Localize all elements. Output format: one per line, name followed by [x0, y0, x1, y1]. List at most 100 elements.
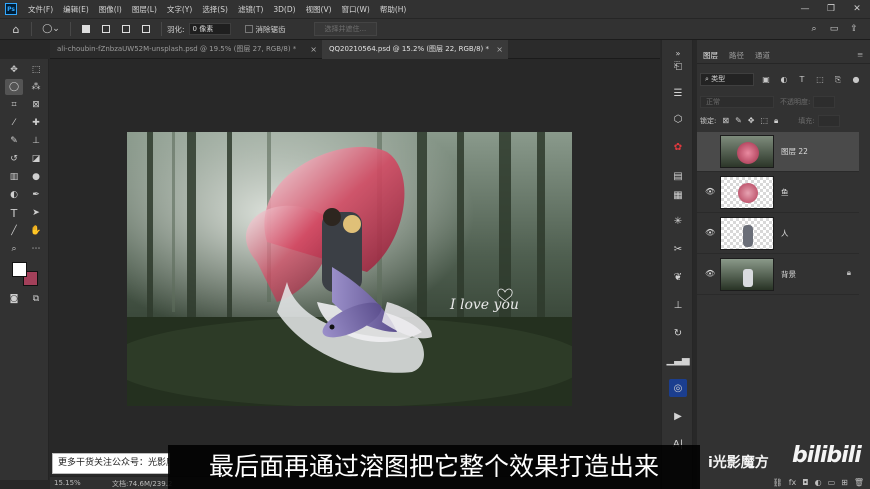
3d-cube-icon[interactable]: ⬡ [669, 110, 687, 128]
layer-row[interactable]: 👁︎ 鱼 [697, 173, 859, 213]
visibility-eye-icon[interactable]: 👁︎ [705, 269, 715, 278]
histogram-icon[interactable]: ▁▃▅ [666, 351, 689, 369]
filter-shape-icon[interactable]: ⬚ [814, 75, 826, 84]
gradient-tool-icon[interactable]: ▥ [5, 169, 23, 185]
filter-smart-icon[interactable]: ⎘ [832, 75, 844, 85]
intersect-selection-icon[interactable] [138, 22, 154, 36]
menu-image[interactable]: 图像(I) [94, 4, 127, 15]
marquee-tool-icon[interactable]: ⬚ [27, 62, 45, 78]
lasso-tool-preset-icon[interactable]: ◯⌄ [39, 22, 63, 36]
fill-input[interactable] [817, 114, 840, 127]
new-group-icon[interactable]: ▭ [828, 478, 836, 487]
select-and-mask-button[interactable]: 选择并遮住... [313, 22, 378, 36]
layer-row[interactable]: 👁︎ 人 [697, 214, 859, 254]
healing-brush-icon[interactable]: ✚ [27, 115, 45, 131]
menu-filter[interactable]: 滤镜(T) [233, 4, 268, 15]
new-layer-icon[interactable]: ⊞ [841, 478, 848, 487]
zoom-tool-icon[interactable]: ⌕ [5, 241, 23, 257]
actions-play-icon[interactable]: ▶ [669, 407, 687, 425]
properties-icon[interactable]: ☰ [669, 84, 687, 102]
filter-pixel-icon[interactable]: ▣ [760, 75, 772, 84]
menu-edit[interactable]: 编辑(E) [58, 4, 94, 15]
more-tools-icon[interactable]: ⋯ [27, 241, 45, 257]
blur-tool-icon[interactable]: ● [27, 169, 45, 185]
menu-select[interactable]: 选择(S) [197, 4, 233, 15]
restore-button[interactable]: ❐ [818, 4, 844, 14]
filter-toggle-icon[interactable]: ● [850, 75, 862, 84]
move-tool-icon[interactable]: ✥ [5, 62, 23, 78]
path-select-icon[interactable]: ➤ [27, 205, 45, 221]
hand-tool-icon[interactable]: ✋ [27, 223, 45, 239]
tab-channels[interactable]: 通道 [755, 50, 770, 61]
add-to-selection-icon[interactable] [98, 22, 114, 36]
layer-style-icon[interactable]: fx [789, 478, 797, 487]
panel-menu-icon[interactable]: ≡ [857, 50, 863, 59]
adobe-icon[interactable]: ✿ [669, 138, 687, 156]
history-brush-icon[interactable]: ↺ [5, 151, 23, 167]
delete-layer-icon[interactable]: 🗑︎ [854, 478, 864, 487]
menu-file[interactable]: 文件(F) [23, 4, 58, 15]
blend-mode-select[interactable]: 正常 [700, 95, 774, 108]
close-icon[interactable]: × [496, 40, 503, 59]
menu-type[interactable]: 文字(Y) [162, 4, 197, 15]
layer-row[interactable]: 图层 22 [697, 132, 859, 172]
layer-filter-select[interactable]: ⌕ 类型 [700, 73, 754, 86]
layer-row[interactable]: 👁︎ 背景 🔒︎ [697, 255, 859, 295]
eraser-tool-icon[interactable]: ◪ [27, 151, 45, 167]
eyedropper-icon[interactable]: ⁄ [5, 115, 23, 131]
line-tool-icon[interactable]: ╱ [5, 223, 23, 239]
menu-help[interactable]: 帮助(H) [375, 4, 412, 15]
menu-3d[interactable]: 3D(D) [268, 5, 300, 14]
lock-all-icon[interactable]: 🔒︎ [774, 116, 778, 126]
lock-artboard-icon[interactable]: ⬚ [760, 116, 768, 125]
antialias-checkbox[interactable] [244, 25, 253, 33]
workspace-icon[interactable]: ▭ [826, 22, 842, 36]
lock-position-icon[interactable]: ✥ [748, 116, 755, 125]
filter-adjustment-icon[interactable]: ◐ [778, 75, 790, 84]
quick-mask-icon[interactable]: ◙ [5, 291, 23, 307]
tab-paths[interactable]: 路径 [729, 50, 744, 61]
zoom-level[interactable]: 15.15% [54, 479, 81, 487]
lasso-tool-icon[interactable]: ◯ [5, 79, 23, 95]
document-canvas[interactable]: I love you [127, 132, 572, 406]
history-icon[interactable]: ⎗ [669, 57, 687, 75]
gradient-panel-icon[interactable]: ▤ [669, 167, 687, 185]
pen-tool-icon[interactable]: ✒ [27, 187, 45, 203]
screen-mode-icon[interactable]: ⧉ [27, 291, 45, 307]
lock-transparent-icon[interactable]: ⊠ [722, 116, 729, 125]
frame-tool-icon[interactable]: ⊠ [27, 97, 45, 113]
document-info[interactable]: 文档:74.6M/239.2 [112, 479, 172, 489]
share-icon[interactable]: ⇪ [846, 22, 862, 36]
close-icon[interactable]: × [310, 40, 317, 59]
adjustment-layer-icon[interactable]: ◐ [815, 478, 822, 487]
dodge-tool-icon[interactable]: ◐ [5, 187, 23, 203]
subtract-selection-icon[interactable] [118, 22, 134, 36]
menu-layer[interactable]: 图层(L) [127, 4, 162, 15]
brush-tool-icon[interactable]: ✎ [5, 133, 23, 149]
visibility-eye-icon[interactable]: 👁︎ [705, 187, 715, 196]
opacity-input[interactable] [813, 95, 836, 108]
lock-pixels-icon[interactable]: ✎ [735, 116, 742, 125]
type-tool-icon[interactable]: T [5, 205, 23, 221]
home-icon[interactable]: ⌂ [8, 22, 24, 36]
magic-wand-icon[interactable]: ⁂ [27, 79, 45, 95]
tab-layers[interactable]: 图层 [703, 50, 718, 61]
foreground-color-swatch[interactable] [12, 262, 27, 277]
close-button[interactable]: ✕ [844, 4, 870, 14]
stamp-tool-icon[interactable]: ⊥ [27, 133, 45, 149]
brush-panel-icon[interactable]: ✳ [669, 212, 687, 230]
swatches-icon[interactable]: ▦ [669, 186, 687, 204]
new-selection-icon[interactable] [78, 22, 94, 36]
crop-tool-icon[interactable]: ⌗ [5, 97, 23, 113]
tool-presets-icon[interactable]: ✂ [669, 240, 687, 258]
navigator-icon[interactable]: ◎ [669, 379, 687, 397]
search-icon[interactable]: ⌕ [806, 22, 822, 36]
menu-window[interactable]: 窗口(W) [337, 4, 375, 15]
filter-type-icon[interactable]: T [796, 75, 808, 84]
feather-input[interactable]: 0 像素 [188, 23, 231, 35]
menu-view[interactable]: 视图(V) [301, 4, 337, 15]
link-layers-icon[interactable]: ⛓ [773, 478, 783, 487]
layer-mask-icon[interactable]: ◘ [802, 478, 808, 487]
tab-document-1[interactable]: ali-choubin-fZnbzaUW52M-unsplash.psd @ 1… [50, 40, 322, 59]
clone-source-icon[interactable]: ⊥ [669, 296, 687, 314]
